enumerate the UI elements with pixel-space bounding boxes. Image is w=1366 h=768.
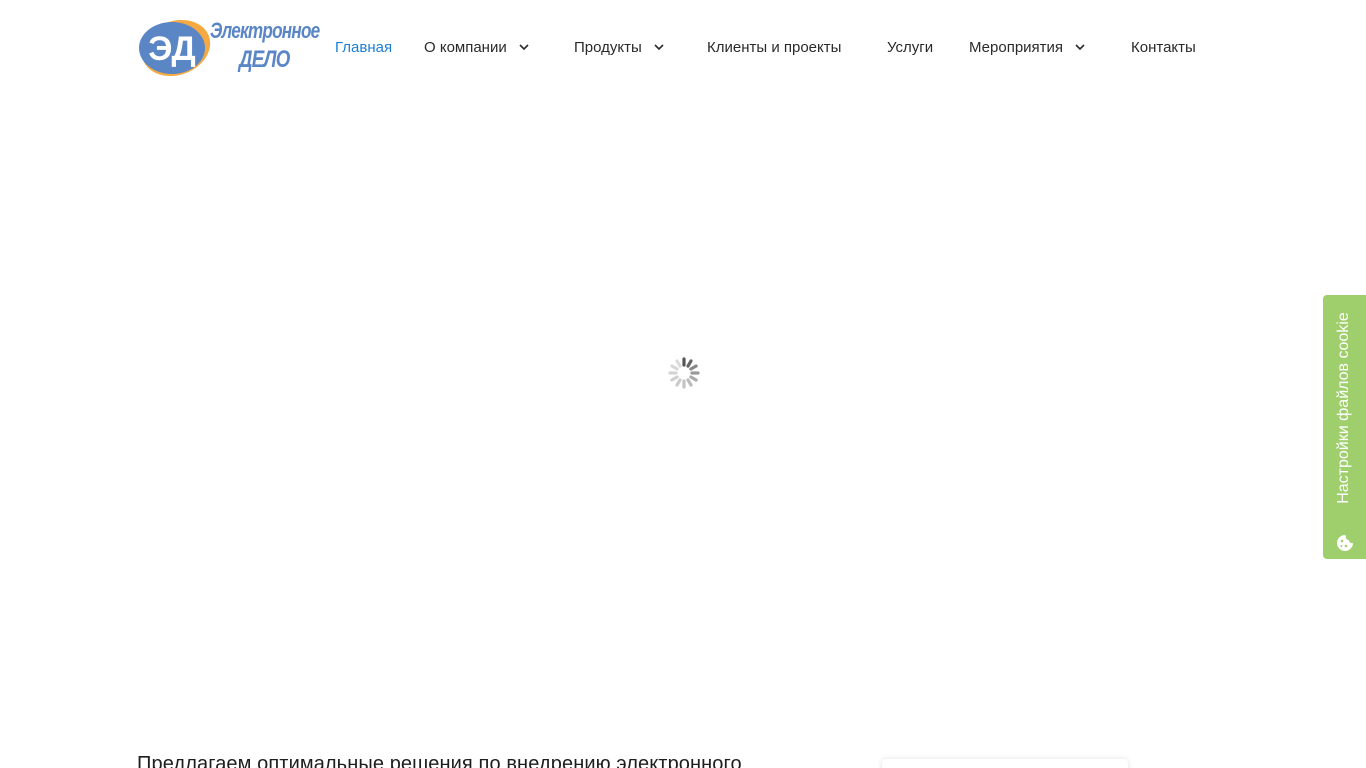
nav-item-label: Клиенты и проекты bbox=[707, 38, 842, 56]
company-logo[interactable]: ЭД Электронное ДЕЛО bbox=[138, 16, 320, 77]
nav-item-contacts[interactable]: Контакты bbox=[1131, 37, 1196, 57]
logo-word-line1: Электронное bbox=[210, 18, 320, 43]
nav-item-label: Услуги bbox=[887, 38, 934, 56]
nav-item-label: Мероприятия bbox=[969, 38, 1064, 56]
logo-word-line2: ДЕЛО bbox=[239, 46, 290, 73]
nav-item-services[interactable]: Услуги bbox=[887, 37, 933, 57]
loading-spinner-icon bbox=[668, 357, 700, 389]
nav-item-products[interactable]: Продукты bbox=[574, 37, 666, 57]
nav-item-label: Продукты bbox=[574, 38, 642, 56]
intro-heading: Предлагаем оптимальные решения по внедре… bbox=[137, 753, 742, 768]
logo-mark-text: ЭД bbox=[148, 30, 196, 68]
nav-item-label: О компании bbox=[424, 38, 507, 56]
chevron-down-icon bbox=[517, 40, 531, 54]
nav-item-label: Главная bbox=[335, 38, 393, 56]
logo-mark-icon: ЭД bbox=[139, 19, 211, 77]
nav-item-events[interactable]: Мероприятия bbox=[969, 37, 1087, 57]
cookie-icon bbox=[1337, 535, 1353, 551]
nav-item-home[interactable]: Главная bbox=[335, 37, 392, 57]
cookie-settings-tab[interactable]: Настройки файлов cookie bbox=[1323, 295, 1366, 559]
chevron-down-icon bbox=[652, 40, 666, 54]
nav-item-about[interactable]: О компании bbox=[424, 37, 531, 57]
nav-item-label: Контакты bbox=[1131, 38, 1196, 56]
nav-item-clients[interactable]: Клиенты и проекты bbox=[707, 37, 841, 57]
chevron-down-icon bbox=[1073, 40, 1087, 54]
side-card bbox=[882, 759, 1128, 768]
cookie-settings-label: Настройки файлов cookie bbox=[1335, 312, 1352, 504]
site-header: ЭД Электронное ДЕЛО Главная О компании П… bbox=[0, 0, 1366, 94]
